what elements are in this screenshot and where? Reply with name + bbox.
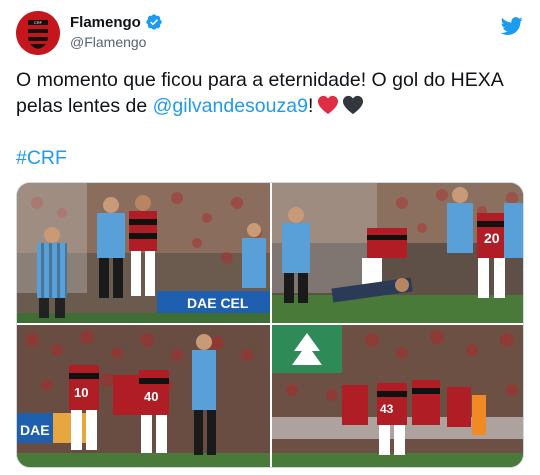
photo-4[interactable]: 43 <box>272 325 523 467</box>
photo-2[interactable]: 20 <box>272 183 523 323</box>
avatar[interactable]: CRF <box>16 11 60 55</box>
user-handle[interactable]: @Flamengo <box>70 34 146 50</box>
svg-text:10: 10 <box>74 385 88 400</box>
photo-3[interactable]: DAE 10 40 <box>17 325 270 467</box>
svg-text:CRF: CRF <box>34 20 43 25</box>
photo-1[interactable]: DAE CEL <box>17 183 270 323</box>
flamengo-crest-icon: CRF <box>16 11 60 55</box>
black-heart-icon <box>343 95 364 115</box>
svg-text:40: 40 <box>144 389 158 404</box>
tweet-card: CRF Flamengo @Flamengo O momento que fic… <box>0 0 540 475</box>
tweet-text-part2: ! <box>307 95 314 117</box>
hashtag-link[interactable]: #CRF <box>16 147 67 170</box>
mention-link[interactable]: @gilvandesouza9 <box>153 95 308 117</box>
twitter-bird-icon[interactable] <box>500 15 523 37</box>
photo-3-board-text: DAE <box>20 422 50 438</box>
display-name[interactable]: Flamengo <box>70 14 141 31</box>
svg-text:43: 43 <box>380 402 394 416</box>
svg-text:20: 20 <box>484 230 500 246</box>
photo-1-board-text: DAE CEL <box>187 295 249 311</box>
emoji-group <box>317 95 364 115</box>
verified-badge-icon <box>145 13 163 31</box>
media-grid: DAE CEL 20 DAE 10 40 43 <box>16 182 524 468</box>
tweet-text: O momento que ficou para a eternidade! O… <box>16 67 516 119</box>
red-heart-icon <box>318 95 339 115</box>
